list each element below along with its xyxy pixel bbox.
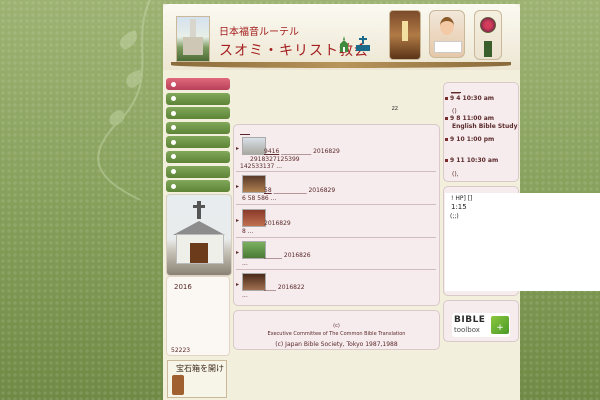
news-header: ___ bbox=[240, 128, 250, 135]
schedule-item: 9 11 10:30 am bbox=[445, 157, 498, 165]
site-header: 日本福音ルーテル スオミ・キリスト教会 bbox=[163, 4, 520, 70]
bible-toolbox-logo[interactable]: BIBLE toolbox + bbox=[452, 313, 510, 337]
decorative-vine bbox=[97, 0, 151, 200]
child-reading-photo bbox=[429, 10, 465, 58]
news-title: 9416 __________ 2016829 bbox=[264, 148, 340, 155]
bible-toolbox-panel: BIBLE toolbox + bbox=[443, 300, 519, 342]
schedule-item: 9 10 1:00 pm bbox=[445, 136, 494, 144]
schedule-date: 9 10 1:00 pm bbox=[450, 136, 495, 143]
copyright-panel: (c) Executive Committee of The Common Bi… bbox=[233, 310, 440, 350]
news-date: ____ 2016822 bbox=[264, 284, 305, 291]
schedule-panel: ___ 9 4 10:30 am () 9 8 11:00 am English… bbox=[443, 82, 519, 182]
news-summary: ... bbox=[242, 260, 248, 267]
nav-item-3[interactable] bbox=[166, 107, 230, 120]
nav-item-8[interactable] bbox=[166, 180, 230, 193]
news-date: ___________ 2016829 bbox=[273, 187, 336, 194]
treasure-box-icon bbox=[172, 375, 184, 395]
schedule-date: 9 8 11:00 am bbox=[450, 115, 495, 122]
news-date: 2016829 bbox=[264, 220, 291, 227]
schedule-header: ___ bbox=[451, 87, 461, 94]
news-thumbnail[interactable] bbox=[242, 175, 266, 193]
flower-bullet-icon bbox=[171, 169, 176, 175]
copyright-line-2: Executive Committee of The Common Bible … bbox=[267, 331, 406, 337]
square-bullet-icon bbox=[445, 138, 448, 141]
schedule-note: English Bible Study bbox=[452, 123, 518, 130]
schedule-date: 9 11 10:30 am bbox=[450, 157, 499, 164]
news-summary-2: 142533137 ... bbox=[240, 163, 282, 170]
copyright-line-3: (c) Japan Bible Society, Tokyo 1987,1988 bbox=[275, 341, 398, 348]
flower-bullet-icon bbox=[171, 139, 176, 145]
hp-notice-line2: 1:15 bbox=[451, 203, 467, 211]
schedule-date: 9 4 10:30 am bbox=[450, 95, 495, 102]
news-thumbnail[interactable] bbox=[242, 241, 266, 259]
schedule-item: 9 4 10:30 am bbox=[445, 95, 494, 103]
flower-bullet-icon bbox=[171, 110, 176, 116]
news-date: __________ 2016829 bbox=[281, 148, 340, 155]
flower-arrangement-photo bbox=[474, 10, 502, 60]
church-icon bbox=[340, 36, 348, 52]
news-summary: 8 ... bbox=[242, 228, 254, 235]
copyright-mark: (c) bbox=[333, 323, 340, 329]
news-date: ______ 2016826 bbox=[264, 252, 311, 259]
nav-item-2[interactable] bbox=[166, 92, 230, 105]
flower-bullet-icon bbox=[171, 96, 176, 102]
news-thumbnail[interactable] bbox=[242, 273, 266, 291]
side-nav: suomeksi bbox=[166, 78, 230, 209]
square-bullet-icon bbox=[445, 117, 448, 120]
arrow-bullet-icon: ▸ bbox=[236, 281, 240, 288]
altar-photo bbox=[389, 10, 421, 60]
church-exterior-photo bbox=[176, 16, 210, 62]
flower-bullet-icon bbox=[171, 183, 176, 189]
news-thumbnail[interactable] bbox=[242, 209, 266, 227]
hp-notice-popup: ! HP] [] 1:15 (;;) bbox=[445, 193, 600, 291]
bible-toolbox-line2: toolbox bbox=[454, 326, 480, 334]
arrow-bullet-icon: ▸ bbox=[236, 145, 240, 152]
news-item: ▸ 2016829 8 ... bbox=[236, 207, 436, 238]
news-item: ▸ 58 ___________ 2016829 6 58 586 ... bbox=[236, 173, 436, 205]
visitor-counter: 52223 bbox=[171, 347, 191, 354]
year-panel: 2016 52223 bbox=[166, 276, 230, 356]
arrow-bullet-icon: ▸ bbox=[236, 249, 240, 256]
nav-item-7[interactable] bbox=[166, 165, 230, 178]
flower-bullet-icon bbox=[171, 154, 176, 160]
arrow-bullet-icon: ▸ bbox=[236, 183, 240, 190]
arrow-bullet-icon: ▸ bbox=[236, 217, 240, 224]
news-title: 2016829 bbox=[264, 220, 291, 227]
flower-bullet-icon bbox=[171, 125, 176, 131]
news-title: ____ 2016822 bbox=[264, 284, 305, 291]
nav-item-4[interactable] bbox=[166, 121, 230, 134]
square-bullet-icon bbox=[445, 159, 448, 162]
header-divider bbox=[171, 62, 511, 68]
news-summary: 2918327125399 bbox=[250, 156, 300, 163]
square-bullet-icon bbox=[445, 97, 448, 100]
news-title: ______ 2016826 bbox=[264, 252, 311, 259]
news-summary: ... bbox=[242, 292, 248, 299]
hp-notice-line3: (;;) bbox=[450, 213, 459, 220]
news-title: 58 ___________ 2016829 bbox=[264, 187, 335, 194]
schedule-note: (), bbox=[452, 171, 459, 178]
hp-notice-line1: ! HP] [] bbox=[451, 195, 473, 202]
jelc-logo-icon bbox=[356, 36, 370, 51]
bible-toolbox-line1: BIBLE bbox=[454, 315, 486, 325]
nav-item-home[interactable] bbox=[166, 78, 230, 90]
news-item: ▸ ____ 2016822 ... bbox=[236, 271, 436, 301]
intro-mark: zz bbox=[391, 105, 398, 112]
news-summary: 6 58 586 ... bbox=[242, 195, 277, 202]
schedule-item: 9 8 11:00 am bbox=[445, 115, 494, 123]
news-link[interactable]: 58 bbox=[264, 187, 272, 194]
news-link[interactable]: 9416 bbox=[264, 148, 279, 155]
nav-item-5[interactable] bbox=[166, 136, 230, 149]
news-item: ▸ ______ 2016826 ... bbox=[236, 239, 436, 270]
center-intro: zz bbox=[233, 79, 438, 123]
year-label: 2016 bbox=[174, 283, 192, 291]
news-thumbnail[interactable] bbox=[242, 137, 266, 155]
church-building-photo bbox=[166, 194, 232, 276]
news-panel: ___ ▸ 9416 __________ 2016829 2918327125… bbox=[233, 124, 440, 306]
treasure-box-banner[interactable]: 宝石箱を開ける bbox=[167, 360, 227, 398]
church-name-line1: 日本福音ルーテル bbox=[219, 27, 299, 38]
nav-item-6[interactable] bbox=[166, 150, 230, 163]
news-item: ▸ 9416 __________ 2016829 2918327125399 … bbox=[236, 135, 436, 172]
flower-bullet-icon bbox=[171, 81, 176, 87]
plus-icon: + bbox=[491, 316, 509, 334]
